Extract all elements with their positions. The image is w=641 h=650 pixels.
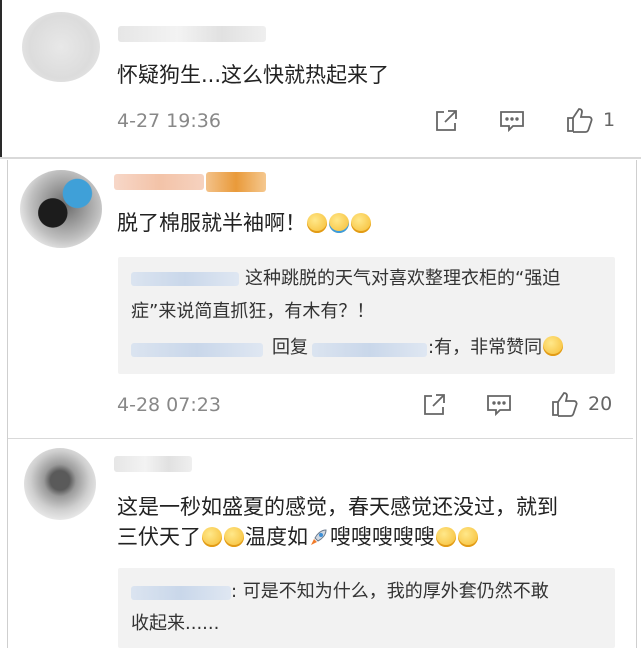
rocket-icon xyxy=(311,529,327,545)
comment-text-line2: 三伏天了 温度如 嗖嗖嗖嗖嗖 xyxy=(117,522,479,552)
like-button[interactable]: 20 xyxy=(550,390,612,418)
avatar[interactable] xyxy=(24,448,96,520)
share-icon xyxy=(436,110,457,131)
laughing-crying-emoji-icon xyxy=(202,527,222,547)
comment-text: 这是一秒如盛夏的感觉，春天感觉还没过，就到 xyxy=(117,495,558,519)
reply-target-blurred[interactable] xyxy=(312,343,427,357)
comment-button[interactable] xyxy=(498,108,526,134)
reply-word: 回复 xyxy=(272,337,308,358)
grimacing-face-emoji-icon xyxy=(436,527,456,547)
thumbs-up-icon xyxy=(567,108,593,133)
like-count: 20 xyxy=(588,393,613,415)
comment-text: 怀疑狗生...这么快就热起来了 xyxy=(117,63,390,87)
share-button[interactable] xyxy=(421,392,447,418)
comment-time: 4-28 07:23 xyxy=(117,394,221,416)
vip-badge-blurred xyxy=(206,172,266,192)
reply-username-blurred[interactable] xyxy=(131,272,239,286)
reply-text: 这种跳脱的天气对喜欢整理衣柜的“强迫 xyxy=(245,268,561,289)
left-border-line xyxy=(0,0,2,158)
reply-username-blurred[interactable] xyxy=(131,343,263,357)
pleading-face-emoji-icon xyxy=(351,213,371,233)
avatar[interactable] xyxy=(22,12,100,82)
reply-sub-text: :有，非常赞同 xyxy=(428,334,564,362)
reply-text-line2: 症”来说简直抓狂，有木有？！ xyxy=(131,301,375,322)
comment-divider xyxy=(8,438,633,439)
reply-username-blurred[interactable] xyxy=(131,586,231,600)
username-blurred[interactable] xyxy=(118,26,266,42)
laughing-crying-emoji-icon xyxy=(224,527,244,547)
comment-text: 脱了棉服就半袖啊！ xyxy=(117,208,372,238)
share-icon xyxy=(424,394,445,415)
reply-text: : 可是不知为什么，我的厚外套仍然不敢 xyxy=(231,581,549,602)
dizzy-face-emoji-icon xyxy=(307,213,327,233)
like-count: 1 xyxy=(603,109,616,131)
comment-button[interactable] xyxy=(485,392,513,418)
like-button[interactable]: 1 xyxy=(565,106,615,134)
thumbs-up-icon xyxy=(552,392,578,417)
comment-time: 4-27 19:36 xyxy=(117,110,221,132)
comment-icon xyxy=(487,395,511,417)
username-blurred[interactable] xyxy=(114,456,192,472)
comment-icon xyxy=(500,111,524,133)
laughing-crying-emoji-icon xyxy=(543,336,564,356)
reply-text-line2: 收起来...... xyxy=(131,613,220,634)
stuck-out-tongue-emoji-icon xyxy=(458,527,478,547)
username-blurred[interactable] xyxy=(114,174,204,190)
avatar[interactable] xyxy=(20,170,102,248)
share-button[interactable] xyxy=(433,108,459,134)
comment-divider xyxy=(0,157,641,159)
crying-face-emoji-icon xyxy=(329,213,349,233)
